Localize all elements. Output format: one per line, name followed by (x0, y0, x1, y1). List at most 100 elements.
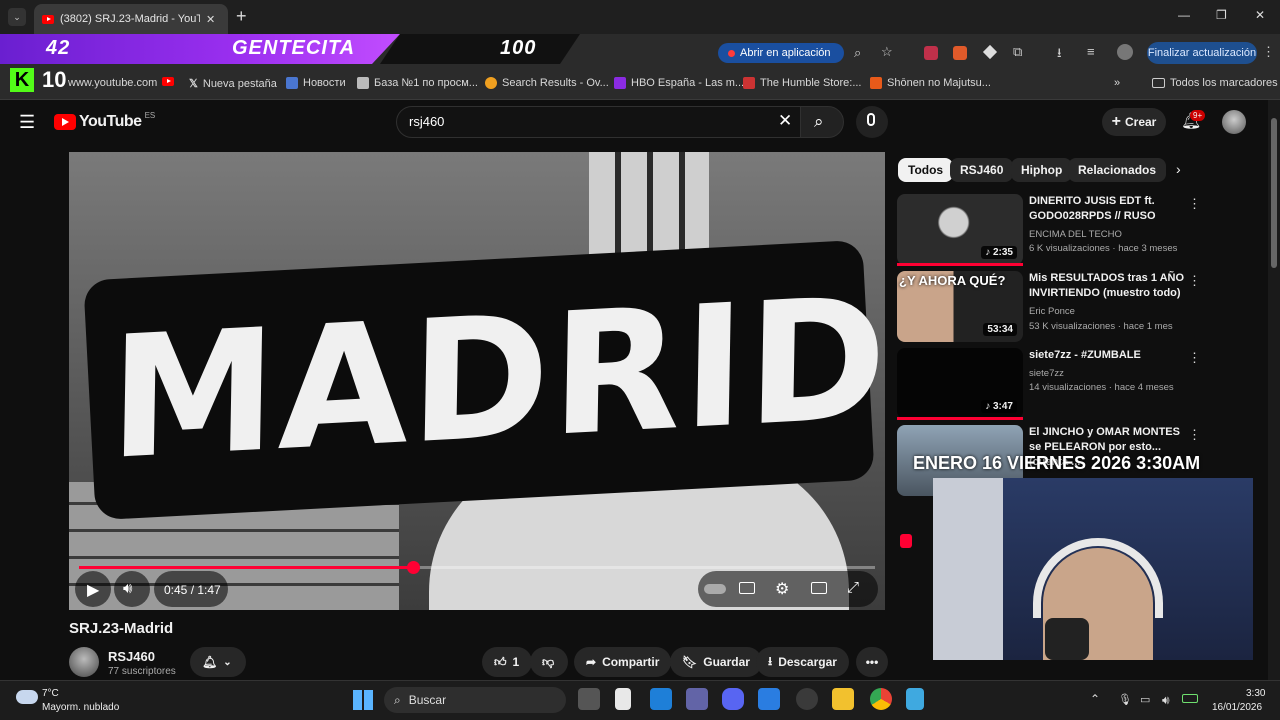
recommendation-item[interactable]: ♪ 3:47 siete7zz - #ZUMBALE siete7zz 14 v… (897, 348, 1201, 420)
tab-close-icon[interactable]: ✕ (206, 13, 215, 26)
thumbs-up-icon: 👍︎ (494, 654, 507, 669)
create-button[interactable]: + Crear (1102, 108, 1166, 136)
zoom-icon[interactable]: ⌕ (854, 45, 861, 61)
clear-search-icon[interactable]: ✕ (778, 111, 792, 131)
discord-icon[interactable] (722, 688, 744, 710)
more-options-icon[interactable]: ⋮ (1188, 196, 1201, 212)
task-view-icon[interactable] (578, 688, 600, 710)
network-tray-icon[interactable]: ▭ (1140, 693, 1150, 706)
start-button-windows-icon[interactable] (353, 690, 373, 710)
like-button[interactable]: 👍︎ 1 (482, 647, 532, 677)
tab-list-dropdown-icon[interactable]: ⌄ (8, 8, 26, 26)
teams-icon[interactable] (686, 688, 708, 710)
bookmark-novosti[interactable]: Новости (286, 77, 346, 89)
new-tab-button[interactable]: + (236, 6, 247, 27)
share-button[interactable]: ➦ Compartir (574, 647, 672, 677)
file-explorer-icon[interactable] (832, 688, 854, 710)
taskbar-search[interactable]: ⌕ Buscar (384, 687, 566, 713)
channel-avatar[interactable] (69, 647, 99, 677)
recommendation-item[interactable]: ¿Y AHORA QUÉ? 53:34 Mis RESULTADOS tras … (897, 271, 1201, 343)
search-icon: ⌕ (814, 112, 824, 131)
save-label: Guardar (703, 655, 750, 669)
play-button[interactable]: ▶ (87, 580, 99, 600)
obs-icon[interactable] (796, 688, 818, 710)
store-icon[interactable] (758, 688, 780, 710)
close-window-button[interactable]: ✕ (1255, 8, 1265, 22)
more-options-icon[interactable]: ⋮ (1188, 273, 1201, 289)
extensions-puzzle-icon[interactable]: ⧉ (1013, 44, 1022, 60)
clock-time[interactable]: 3:30 (1246, 688, 1265, 699)
dislike-button[interactable]: 👎︎ (530, 647, 568, 677)
download-button[interactable]: ⭳ Descargar (756, 647, 849, 677)
chrome-icon[interactable] (870, 688, 892, 710)
extension-icon[interactable] (953, 46, 967, 60)
youtube-logo-icon (54, 114, 76, 130)
more-options-icon[interactable]: ⋮ (1188, 350, 1201, 366)
more-options-icon[interactable]: ⋮ (1188, 427, 1201, 443)
bookmarks-overflow[interactable]: » (1114, 77, 1120, 89)
webcam-microphone (1045, 618, 1089, 660)
volume-tray-icon[interactable]: 🔊︎ (1162, 693, 1170, 708)
weather-cloud-icon[interactable] (16, 690, 38, 704)
menu-hamburger-icon[interactable]: ☰ (19, 112, 35, 133)
bookmark-new-tab[interactable]: 𝕏 Nueva pestaña (189, 77, 277, 91)
bookmark-youtube-icon[interactable] (162, 77, 174, 86)
account-avatar[interactable] (1222, 110, 1246, 134)
maximize-button[interactable]: ❐ (1216, 8, 1227, 22)
minimize-button[interactable]: — (1178, 8, 1190, 22)
theater-mode-icon[interactable] (811, 582, 827, 594)
finish-update-button[interactable]: Finalizar actualización (1147, 42, 1257, 64)
open-in-app-button[interactable]: Abrir en aplicación (718, 43, 844, 63)
bookmark-humble[interactable]: The Humble Store:... (743, 77, 862, 89)
channel-name[interactable]: RSJ460 (108, 649, 155, 664)
browser-menu-icon[interactable]: ⋮ (1262, 44, 1275, 60)
subscribe-bell-button[interactable]: 🔔︎ ⌄ (190, 647, 246, 677)
clock-date[interactable]: 16/01/2026 (1212, 702, 1262, 713)
bookmark-label: www.youtube.com (68, 77, 158, 89)
chips-next-arrow-icon[interactable]: › (1176, 161, 1181, 177)
watched-progress (897, 417, 1023, 420)
chip-todos[interactable]: Todos (898, 158, 954, 182)
chip-hiphop[interactable]: Hiphop (1011, 158, 1073, 182)
youtube-logo[interactable]: YouTube ES (54, 111, 155, 131)
media-control-icon[interactable]: ≡ (1087, 44, 1095, 59)
video-player[interactable]: MADRID (69, 152, 885, 610)
thumbs-down-icon: 👎︎ (542, 654, 555, 669)
mic-tray-icon[interactable]: 🎙︎ (1118, 693, 1132, 706)
video-time-display: 0:45 / 1:47 (164, 583, 221, 597)
thumbnail-caption: ¿Y AHORA QUÉ? (899, 273, 1006, 288)
extension-icon[interactable] (924, 46, 938, 60)
settings-gear-icon[interactable]: ⚙ (775, 579, 789, 599)
recommendation-thumbnail: ♪ 3:47 (897, 348, 1023, 419)
scrollbar-thumb[interactable] (1271, 118, 1277, 268)
more-actions-button[interactable]: ••• (856, 647, 888, 677)
voice-search-button[interactable] (856, 106, 888, 138)
volume-icon[interactable]: 🔊︎ (123, 580, 132, 597)
bookmark-search-results[interactable]: Search Results - Ov... (485, 77, 609, 89)
notepad-icon[interactable] (906, 688, 924, 710)
bookmark-hbo[interactable]: HBO España - Las m... (614, 77, 744, 89)
chip-relacionados[interactable]: Relacionados (1068, 158, 1167, 182)
chip-rsj460[interactable]: RSJ460 (950, 158, 1014, 182)
recommendation-item[interactable]: ♪ 2:35 DINERITO JUSIS EDT ft. GODO028RPD… (897, 194, 1201, 266)
bookmark-shonen[interactable]: Shōnen no Majutsu... (870, 77, 991, 89)
download-icon[interactable]: ⭳ (1057, 44, 1062, 66)
fullscreen-icon[interactable]: ⤢ (847, 579, 859, 596)
browser-tab-active[interactable]: (3802) SRJ.23-Madrid - YouTube ✕ (34, 4, 228, 34)
autoplay-toggle[interactable] (704, 584, 726, 594)
bookmark-baza[interactable]: База №1 по просм... (357, 77, 478, 89)
subtitles-icon[interactable] (739, 582, 755, 594)
bookmark-youtube[interactable]: www.youtube.com (68, 77, 157, 89)
save-button[interactable]: 🔖︎ Guardar (670, 647, 762, 677)
profile-avatar[interactable] (1117, 44, 1133, 60)
search-input[interactable]: rsj460 (396, 106, 802, 138)
tray-chevron-icon[interactable]: ⌃ (1090, 692, 1100, 706)
all-bookmarks[interactable]: Todos los marcadores (1152, 77, 1278, 89)
battery-tray-icon[interactable] (1182, 694, 1198, 703)
bookmark-star-icon[interactable]: ☆ (881, 44, 893, 60)
mail-icon[interactable] (650, 688, 672, 710)
video-progress-bar[interactable] (79, 561, 875, 574)
youtube-logo-text: YouTube (79, 113, 142, 130)
search-button[interactable]: ⌕ (800, 106, 844, 138)
file-icon[interactable] (615, 688, 631, 710)
